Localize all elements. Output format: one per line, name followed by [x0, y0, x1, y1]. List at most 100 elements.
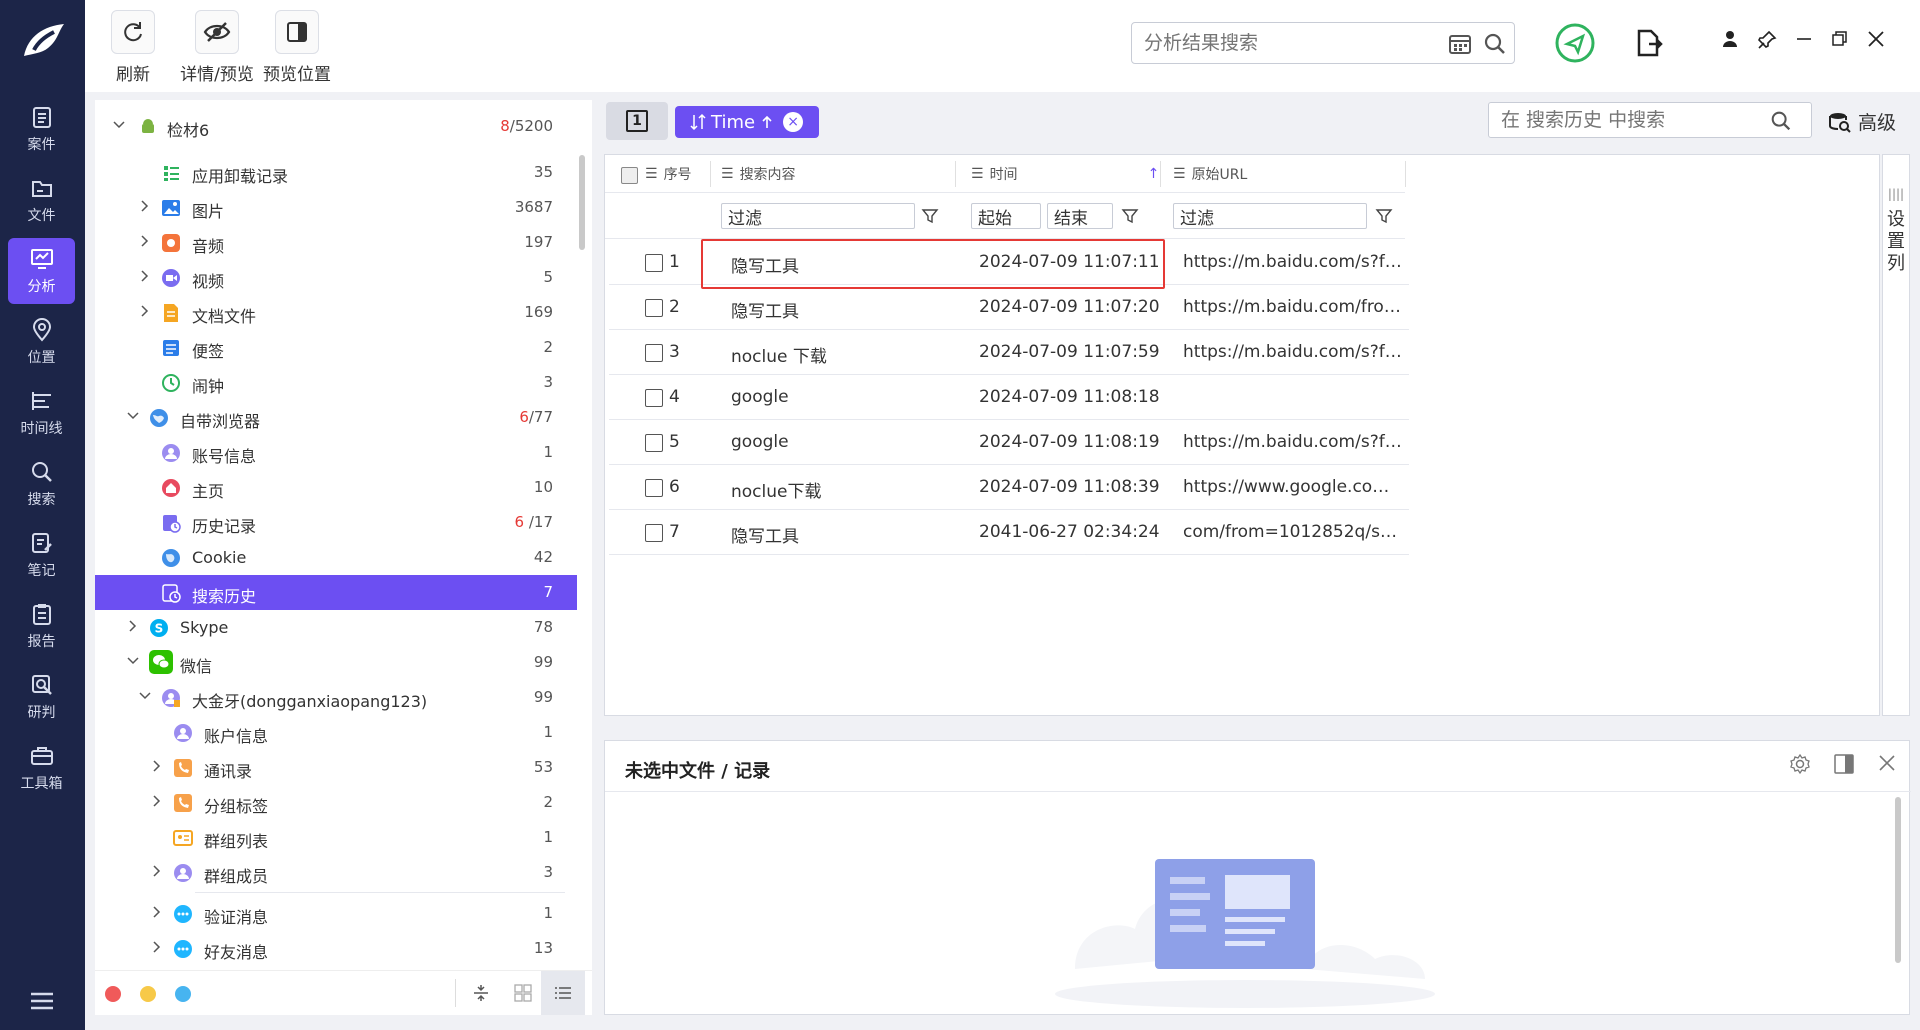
- tree-item-video[interactable]: 视频 5: [95, 260, 577, 295]
- detail-preview-button[interactable]: 详情/预览: [175, 10, 259, 85]
- nav-item-case[interactable]: 案件: [8, 96, 75, 162]
- close-icon[interactable]: [1877, 753, 1897, 773]
- tree-item-friend-messages[interactable]: 好友消息 13: [95, 931, 577, 966]
- nav-item-analysis[interactable]: 分析: [8, 238, 75, 304]
- filter-icon[interactable]: [1121, 207, 1139, 225]
- tree-scrollbar[interactable]: [579, 155, 585, 250]
- tree-item-documents[interactable]: 文档文件 169: [95, 295, 577, 330]
- chevron-right-icon[interactable]: [151, 795, 163, 807]
- chevron-right-icon[interactable]: [139, 235, 151, 247]
- table-row[interactable]: 3 noclue 下载 2024-07-09 11:07:59 https://…: [609, 330, 1409, 375]
- export-file-icon[interactable]: [1633, 28, 1663, 58]
- row-checkbox[interactable]: [645, 344, 663, 362]
- select-all-checkbox[interactable]: [621, 167, 638, 184]
- tree-item-alarm[interactable]: 闹钟 3: [95, 365, 577, 400]
- table-row[interactable]: 4 google 2024-07-09 11:08:18: [609, 375, 1409, 420]
- detail-scrollbar[interactable]: [1895, 797, 1901, 963]
- column-header-url[interactable]: ☰ 原始URL: [1173, 155, 1247, 193]
- tree-item-images[interactable]: 图片 3687: [95, 190, 577, 225]
- analysis-search-input[interactable]: [1144, 23, 1444, 63]
- minimize-icon[interactable]: [1795, 30, 1813, 48]
- filter-icon[interactable]: [921, 207, 939, 225]
- tree-item-group-list[interactable]: 群组列表 1: [95, 820, 577, 855]
- row-checkbox[interactable]: [645, 524, 663, 542]
- tree-item-builtin-browser[interactable]: 自带浏览器 6/77: [95, 400, 577, 435]
- column-header-time[interactable]: ☰ 时间 ↑: [971, 155, 1159, 193]
- chevron-down-icon[interactable]: [127, 655, 139, 667]
- refresh-button[interactable]: 刷新: [111, 10, 155, 85]
- tree-item-group-members[interactable]: 群组成员 3: [95, 855, 577, 890]
- search-icon[interactable]: [1482, 31, 1508, 57]
- panel-split-icon[interactable]: [1833, 753, 1855, 775]
- nav-item-timeline[interactable]: 时间线: [8, 380, 75, 446]
- hamburger-menu-icon[interactable]: [29, 990, 55, 1012]
- nav-item-files[interactable]: 文件: [8, 167, 75, 233]
- list-view-button[interactable]: [541, 971, 585, 1015]
- chevron-down-icon[interactable]: [127, 410, 139, 422]
- grid-view-icon[interactable]: [513, 983, 533, 1003]
- pin-icon[interactable]: [1757, 30, 1777, 50]
- user-icon[interactable]: [1721, 30, 1739, 48]
- chevron-right-icon[interactable]: [139, 305, 151, 317]
- chevron-right-icon[interactable]: [151, 906, 163, 918]
- restore-icon[interactable]: [1831, 30, 1849, 48]
- sort-chip-time[interactable]: Time ×: [675, 106, 819, 138]
- remove-sort-icon[interactable]: ×: [783, 112, 804, 132]
- row-checkbox[interactable]: [645, 479, 663, 497]
- tree-item-group-tags[interactable]: 分组标签 2: [95, 785, 577, 820]
- chevron-right-icon[interactable]: [127, 620, 139, 632]
- column-header-index[interactable]: ☰ 序号: [645, 155, 692, 193]
- content-filter-input[interactable]: [721, 203, 915, 229]
- history-search-input[interactable]: [1501, 103, 1761, 137]
- tree-item-evidence6[interactable]: 检材6 8/5200: [95, 109, 577, 144]
- tree-item-history[interactable]: 历史记录 6 /17: [95, 505, 577, 540]
- close-icon[interactable]: [1867, 30, 1885, 48]
- search-icon[interactable]: [1769, 109, 1793, 133]
- tree-item-account-info[interactable]: 账号信息 1: [95, 435, 577, 470]
- filter-icon[interactable]: [1375, 207, 1393, 225]
- red-dot-icon[interactable]: [105, 986, 121, 1002]
- preview-position-button[interactable]: 预览位置: [257, 10, 337, 85]
- table-row[interactable]: 6 noclue下载 2024-07-09 11:08:39 https://w…: [609, 465, 1409, 510]
- nav-item-search[interactable]: 搜索: [8, 451, 75, 517]
- column-header-content[interactable]: ☰ 搜索内容: [721, 155, 796, 193]
- nav-item-toolbox[interactable]: 工具箱: [8, 735, 75, 801]
- tree-item-wechat[interactable]: 微信 99: [95, 645, 577, 680]
- tree-item-wechat-account[interactable]: 大金牙(dongganxiaopang123) 99: [95, 680, 577, 715]
- time-start-filter-input[interactable]: [971, 203, 1041, 229]
- view-tab-1[interactable]: 1: [606, 102, 668, 140]
- tree-item-contacts[interactable]: 通讯录 53: [95, 750, 577, 785]
- tree-item-app-uninstall[interactable]: 应用卸载记录 35: [95, 155, 577, 190]
- table-row[interactable]: 7 隐写工具 2041-06-27 02:34:24 com/from=1012…: [609, 510, 1409, 555]
- chevron-down-icon[interactable]: [113, 119, 125, 131]
- tree-item-verify-messages[interactable]: 验证消息 1: [95, 896, 577, 931]
- table-row[interactable]: 2 隐写工具 2024-07-09 11:07:20 https://m.bai…: [609, 285, 1409, 330]
- collapse-icon[interactable]: [471, 983, 491, 1003]
- shield-send-icon[interactable]: [1554, 22, 1596, 64]
- chevron-right-icon[interactable]: [139, 200, 151, 212]
- time-end-filter-input[interactable]: [1047, 203, 1113, 229]
- row-checkbox[interactable]: [645, 299, 663, 317]
- tree-item-cookie[interactable]: Cookie 42: [95, 540, 577, 575]
- row-checkbox[interactable]: [645, 434, 663, 452]
- nav-item-report[interactable]: 报告: [8, 593, 75, 659]
- nav-item-judge[interactable]: 研判: [8, 664, 75, 730]
- set-columns-button[interactable]: |||| 设置列: [1882, 154, 1910, 716]
- tree-item-skype[interactable]: S Skype 78: [95, 610, 577, 645]
- tree-item-memo[interactable]: 便签 2: [95, 330, 577, 365]
- url-filter-input[interactable]: [1173, 203, 1367, 229]
- tree-item-audio[interactable]: 音频 197: [95, 225, 577, 260]
- tree-item-homepage[interactable]: 主页 10: [95, 470, 577, 505]
- row-checkbox[interactable]: [645, 254, 663, 272]
- chevron-right-icon[interactable]: [151, 760, 163, 772]
- chevron-right-icon[interactable]: [139, 270, 151, 282]
- nav-item-notes[interactable]: 笔记: [8, 522, 75, 588]
- chevron-right-icon[interactable]: [151, 865, 163, 877]
- calendar-icon[interactable]: [1448, 33, 1472, 55]
- blue-dot-icon[interactable]: [175, 986, 191, 1002]
- chevron-down-icon[interactable]: [139, 690, 151, 702]
- tree-item-search-history[interactable]: 搜索历史 7: [95, 575, 577, 610]
- chevron-right-icon[interactable]: [151, 941, 163, 953]
- gear-icon[interactable]: [1789, 753, 1811, 775]
- tree-item-wechat-account-info[interactable]: 账户信息 1: [95, 715, 577, 750]
